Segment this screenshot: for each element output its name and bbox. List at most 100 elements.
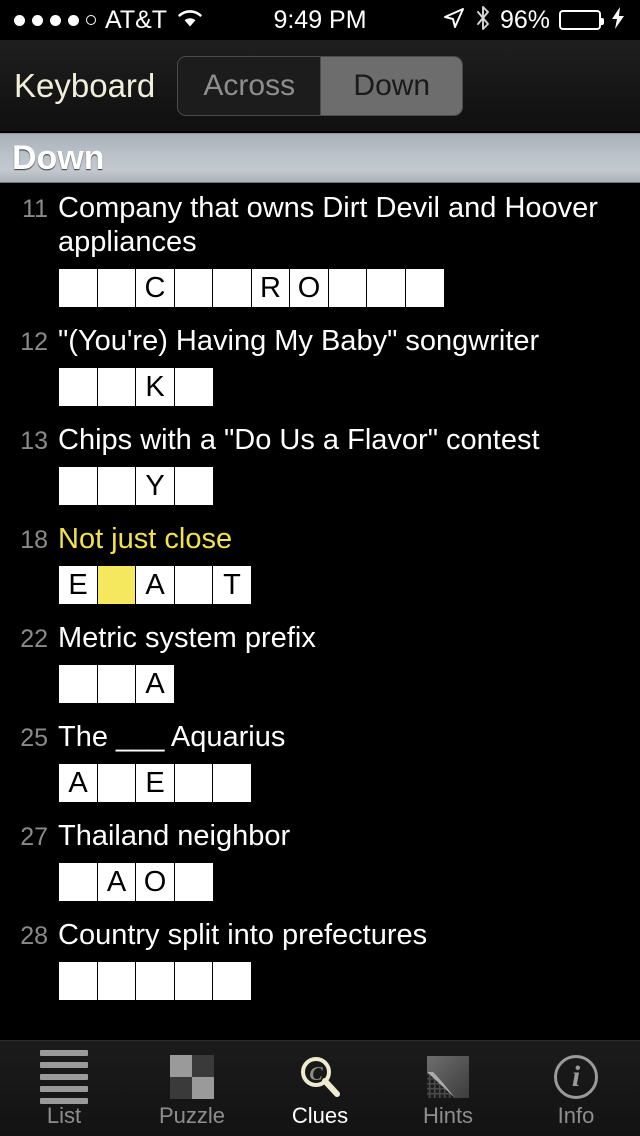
tab-info-label: Info [557, 1103, 595, 1128]
grid-cell[interactable] [96, 961, 137, 1001]
clue-row[interactable]: 11 Company that owns Dirt Devil and Hoove… [0, 183, 640, 316]
grid-cell[interactable] [96, 763, 137, 803]
clue-row[interactable]: 27 Thailand neighbor A O [0, 811, 640, 910]
grid-cell[interactable] [58, 466, 98, 506]
info-circle-icon: i [550, 1054, 602, 1100]
answer-grid[interactable]: C RO [58, 268, 630, 308]
clue-row[interactable]: 13 Chips with a "Do Us a Flavor" contest Y [0, 415, 640, 514]
grid-cell[interactable]: R [250, 268, 291, 308]
tab-puzzle[interactable]: Puzzle [128, 1041, 256, 1136]
section-header-title: Down [12, 139, 105, 177]
grid-cell[interactable] [58, 268, 98, 308]
clue-body: Not just close E A T [58, 522, 630, 611]
grid-cell[interactable]: O [135, 862, 175, 902]
clue-text: Company that owns Dirt Devil and Hoover … [58, 192, 598, 258]
clue-row[interactable]: 28 Country split into prefectures [0, 910, 640, 1009]
status-bar: AT&T 9:49 PM 96% [0, 0, 640, 40]
grid-cell[interactable] [58, 862, 98, 902]
answer-grid[interactable]: K [58, 367, 630, 407]
grid-cell[interactable] [58, 961, 98, 1001]
grid-cell[interactable] [212, 763, 252, 803]
grid-cell[interactable] [58, 664, 98, 704]
navigation-bar: Keyboard Across Down [0, 40, 640, 132]
grid-cell[interactable]: T [212, 565, 252, 605]
section-header-down: Down [0, 133, 640, 183]
grid-cell[interactable] [96, 664, 137, 704]
clue-row[interactable]: 12 "(You're) Having My Baby" songwriter K [0, 316, 640, 415]
answer-grid[interactable] [58, 961, 630, 1001]
signal-dot-filled [50, 14, 61, 26]
answer-grid[interactable]: AE [58, 763, 630, 803]
signal-dot-empty [86, 15, 96, 25]
grid-cell[interactable] [327, 268, 368, 308]
grid-cell[interactable]: A [96, 862, 137, 902]
grid-cell[interactable] [173, 862, 214, 902]
tab-list[interactable]: List [0, 1041, 128, 1136]
answer-grid[interactable]: EAT [58, 565, 630, 605]
grid-cell[interactable] [366, 268, 406, 308]
signal-dot-filled [14, 14, 25, 26]
app-screen: AT&T 9:49 PM 96% Keyboard Across Down Do… [0, 0, 640, 1136]
grid-cell[interactable] [173, 763, 214, 803]
grid-cell[interactable] [96, 268, 137, 308]
grid-cell[interactable]: C [135, 268, 175, 308]
grid-cell[interactable]: A [135, 565, 175, 605]
grid-cell[interactable] [212, 961, 252, 1001]
clue-list[interactable]: 11 Company that owns Dirt Devil and Hoove… [0, 183, 640, 1041]
grid-cell[interactable]: K [135, 367, 175, 407]
clue-body: Country split into prefectures [58, 918, 630, 1007]
grid-cell[interactable]: E [58, 565, 98, 605]
grid-cell[interactable]: E [135, 763, 175, 803]
grid-cell[interactable]: A [135, 664, 175, 704]
grid-cell[interactable] [173, 961, 214, 1001]
grid-cell[interactable]: A [58, 763, 98, 803]
grid-cell[interactable] [96, 466, 137, 506]
clue-number: 28 [20, 922, 48, 950]
grid-cell[interactable] [404, 268, 445, 308]
status-bar-right: 96% [320, 5, 626, 36]
clue-text: Country split into prefectures [58, 919, 428, 951]
grid-cell[interactable]: Y [135, 466, 175, 506]
clue-number: 25 [20, 724, 48, 752]
clue-text: Metric system prefix [58, 622, 316, 654]
location-arrow-icon [442, 6, 466, 35]
keyboard-back-button[interactable]: Keyboard [14, 69, 155, 102]
tab-info[interactable]: i Info [512, 1041, 640, 1136]
grid-cell[interactable] [58, 367, 98, 407]
clue-row[interactable]: 18 Not just close E A T [0, 514, 640, 613]
clue-text-active: Not just close [58, 523, 233, 555]
clue-number: 13 [20, 427, 48, 455]
wifi-icon [176, 7, 204, 34]
clue-body: Thailand neighbor A O [58, 819, 630, 908]
grid-cell[interactable] [173, 268, 214, 308]
grid-cell-selected[interactable] [96, 565, 137, 605]
signal-dot-filled [68, 14, 79, 26]
grid-cell[interactable] [173, 367, 214, 407]
grid-cell[interactable] [173, 466, 214, 506]
segment-across[interactable]: Across [178, 56, 321, 115]
clue-row[interactable]: 25 The ___ Aquarius A E [0, 712, 640, 811]
status-bar-left: AT&T [14, 7, 320, 34]
clue-number: 27 [20, 823, 48, 851]
lightning-bolt-icon [610, 6, 626, 35]
peeling-corner-icon [422, 1054, 474, 1100]
answer-grid[interactable]: A [58, 664, 630, 704]
answer-grid[interactable]: AO [58, 862, 630, 902]
grid-cell[interactable] [96, 367, 137, 407]
clue-row[interactable]: 22 Metric system prefix A [0, 613, 640, 712]
tab-bar: List Puzzle C Clues Hints i Info [0, 1040, 640, 1136]
tab-hints-label: Hints [422, 1103, 474, 1128]
signal-dot-filled [32, 14, 43, 26]
grid-cell[interactable]: O [289, 268, 329, 308]
grid-cell[interactable] [212, 268, 252, 308]
across-down-segmented-control[interactable]: Across Down [177, 55, 464, 116]
grid-cell[interactable] [135, 961, 175, 1001]
magnifier-c-icon: C [294, 1054, 346, 1100]
grid-cell[interactable] [173, 565, 214, 605]
battery-percent-label: 96% [499, 5, 550, 34]
answer-grid[interactable]: Y [58, 466, 630, 506]
clue-text: Thailand neighbor [58, 820, 291, 852]
segment-down[interactable]: Down [320, 56, 463, 115]
tab-clues[interactable]: C Clues [256, 1041, 384, 1136]
tab-hints[interactable]: Hints [384, 1041, 512, 1136]
